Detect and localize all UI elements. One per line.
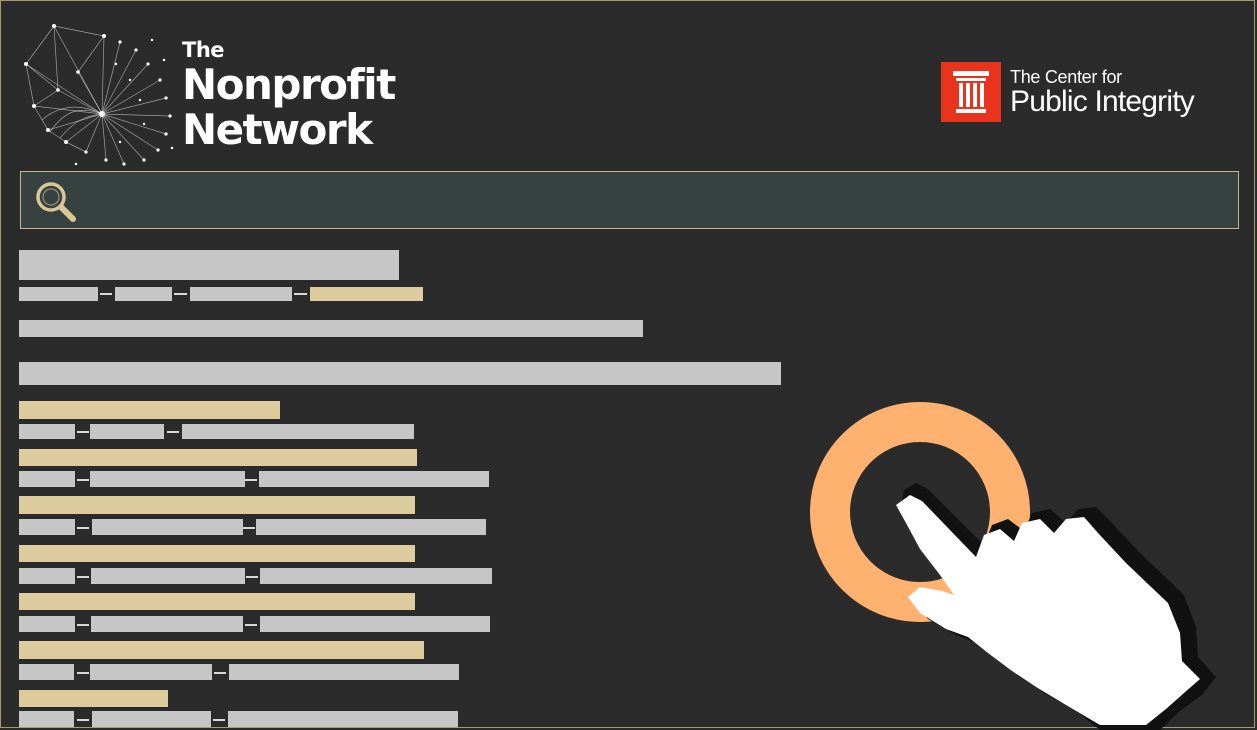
separator-dash bbox=[213, 719, 225, 721]
list-item-meta-placeholder bbox=[19, 664, 74, 680]
text-line-placeholder bbox=[19, 320, 643, 337]
separator-dash bbox=[167, 431, 179, 433]
separator-dash bbox=[246, 576, 258, 578]
list-item-meta-placeholder bbox=[91, 616, 243, 632]
separator-dash bbox=[77, 527, 89, 529]
separator-dash bbox=[77, 431, 89, 433]
separator-dash bbox=[100, 293, 112, 295]
brand-the: The bbox=[182, 38, 225, 62]
list-item-link-placeholder[interactable] bbox=[19, 401, 280, 419]
list-item-link-placeholder[interactable] bbox=[19, 496, 415, 514]
magnifier-icon bbox=[36, 182, 76, 222]
list-item-meta-placeholder bbox=[92, 711, 211, 727]
partner-line-1: The Center for bbox=[1010, 66, 1122, 87]
list-item-meta-placeholder bbox=[91, 568, 245, 584]
list-item-meta-placeholder bbox=[19, 424, 75, 439]
list-item-meta-placeholder bbox=[259, 471, 489, 487]
list-item-meta-placeholder bbox=[260, 568, 492, 584]
partner-logo[interactable]: The Center for Public Integrity bbox=[941, 61, 1195, 123]
list-item-link-placeholder[interactable] bbox=[19, 449, 417, 466]
partner-name: The Center for Public Integrity bbox=[1010, 66, 1195, 118]
separator-dash bbox=[77, 624, 89, 626]
list-item-meta-placeholder bbox=[90, 424, 164, 439]
list-item-meta-placeholder bbox=[19, 519, 75, 535]
list-item-meta-placeholder bbox=[90, 664, 212, 680]
meta-placeholder bbox=[190, 287, 292, 301]
pointer-overlay bbox=[810, 402, 1216, 730]
separator-dash bbox=[77, 576, 89, 578]
search-bar[interactable] bbox=[20, 171, 1239, 230]
list-item-meta-placeholder bbox=[19, 471, 75, 487]
column-pillar-icon bbox=[941, 62, 1001, 122]
partner-line-2: Public Integrity bbox=[1010, 84, 1195, 118]
separator-dash bbox=[294, 293, 307, 295]
section-heading-placeholder bbox=[19, 362, 781, 385]
list-item-meta-placeholder bbox=[229, 664, 459, 680]
brand-line-1: Nonprofit bbox=[182, 60, 396, 109]
list-item-link-placeholder[interactable] bbox=[19, 641, 424, 659]
list-item-link-placeholder[interactable] bbox=[19, 690, 168, 707]
list-item-meta-placeholder bbox=[92, 519, 243, 535]
network-graph-icon bbox=[24, 24, 174, 166]
list-item-meta-placeholder bbox=[19, 616, 75, 632]
list-item-link-placeholder[interactable] bbox=[19, 545, 415, 562]
brand-title: The Nonprofit Network bbox=[182, 38, 396, 154]
hand-pointer-icon bbox=[896, 483, 1216, 730]
list-item-meta-placeholder bbox=[182, 424, 414, 439]
list-item-meta-placeholder bbox=[19, 711, 74, 727]
search-input[interactable] bbox=[91, 172, 1225, 230]
result-heading-placeholder bbox=[19, 250, 399, 280]
meta-placeholder bbox=[115, 287, 172, 301]
separator-dash bbox=[214, 672, 226, 674]
list-item-meta-placeholder bbox=[256, 519, 486, 535]
list-item-link-placeholder[interactable] bbox=[19, 593, 415, 610]
separator-dash bbox=[77, 672, 89, 674]
separator-dash bbox=[243, 527, 255, 529]
separator-dash bbox=[77, 479, 89, 481]
list-item-meta-placeholder bbox=[228, 711, 458, 727]
list-item-meta-placeholder bbox=[260, 616, 490, 632]
separator-dash bbox=[245, 479, 257, 481]
meta-placeholder bbox=[19, 287, 98, 301]
separator-dash bbox=[245, 624, 257, 626]
link-placeholder[interactable] bbox=[310, 287, 423, 301]
separator-dash bbox=[174, 293, 187, 295]
separator-dash bbox=[77, 719, 89, 721]
list-item-meta-placeholder bbox=[19, 568, 75, 584]
list-item-meta-placeholder bbox=[90, 471, 245, 487]
brand-line-2: Network bbox=[182, 105, 373, 154]
